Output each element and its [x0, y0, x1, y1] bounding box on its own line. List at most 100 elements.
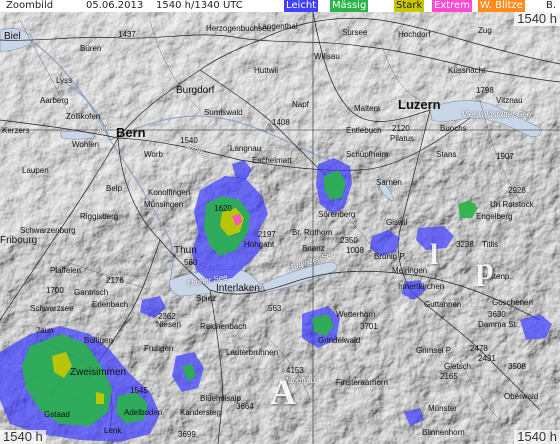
place-label: Kerzers	[2, 126, 30, 135]
timestamp-bottom-left: 1540 h	[0, 430, 46, 444]
elevation-label: 2478	[470, 344, 488, 353]
place-label: Luzern	[398, 97, 441, 112]
place-label: Sursee	[342, 28, 368, 37]
elevation-label: 1408	[272, 118, 290, 127]
place-label: Lauterbrunnen	[226, 348, 279, 357]
place-label: Meiringen	[392, 266, 428, 275]
place-label: Grimsel P.	[416, 346, 453, 355]
elevation-label: 2350	[340, 236, 358, 245]
place-label: Hohgant	[244, 240, 275, 249]
elevation-label: 1620	[214, 204, 232, 213]
place-label: Sarnen	[376, 178, 402, 187]
place-label: Engelberg	[476, 212, 513, 221]
place-label: Küssnacht	[448, 66, 486, 75]
place-label: Interlaken	[216, 283, 260, 294]
place-label: Fribourg	[0, 235, 38, 246]
place-label: Zug	[478, 26, 492, 35]
timestamp-top-right: 1540 h	[514, 12, 560, 26]
elevation-label: 3630	[488, 310, 506, 319]
place-label: Blüemlisalp	[200, 394, 241, 403]
place-label: Konolfingen	[148, 188, 191, 197]
place-label: Riggisberg	[80, 212, 119, 221]
elevation-label: 3699	[178, 430, 196, 439]
place-label: Kandersteg	[180, 408, 221, 417]
weather-radar-map: Zoombild 05.06.2013 1540 h/1340 UTC Leic…	[0, 0, 560, 444]
place-label: Hochdorf	[398, 30, 431, 39]
place-label: Entlebuch	[346, 126, 382, 135]
place-label: Blinnenhorn	[422, 428, 465, 437]
time-label: 1540 h/1340 UTC	[156, 0, 243, 11]
place-label: Biel	[4, 31, 21, 42]
place-label: Worb	[144, 150, 163, 159]
elevation-label: 3508	[508, 362, 526, 371]
place-label: Erlenbach	[92, 300, 129, 309]
legend-extrem: Extrem	[432, 0, 472, 12]
place-label: Thun	[174, 245, 197, 256]
place-label: Jaun	[36, 326, 54, 335]
place-label: Münster	[428, 404, 457, 413]
place-label: Adelboden	[124, 408, 163, 417]
elevation-label: 2928	[508, 186, 526, 195]
place-label: Oberwald	[504, 392, 539, 401]
place-label: Uri Rotstock	[490, 200, 534, 209]
place-label: Plaffeien	[50, 266, 81, 275]
place-label: Innertkirchen	[398, 282, 445, 291]
place-label: Giswil	[386, 218, 408, 227]
place-label: Br. Rothorn	[292, 228, 333, 237]
elevation-label: 560	[184, 258, 198, 267]
place-label: Pilatus	[390, 134, 415, 143]
place-label: Herzogenbuchsee	[206, 24, 271, 33]
place-label: Wohlen	[72, 140, 99, 149]
elevation-label: 3664	[236, 402, 254, 411]
header-bar: Zoombild 05.06.2013 1540 h/1340 UTC Leic…	[0, 0, 560, 12]
place-label: Eschelmatt	[252, 156, 292, 165]
product-name: Zoombild	[6, 0, 54, 11]
place-label: Huttwil	[254, 66, 279, 75]
place-label: Frutigen	[144, 344, 174, 353]
place-label: Burgdorf	[176, 85, 215, 96]
place-label: Wetterhorn	[336, 310, 376, 319]
elevation-label: 1798	[476, 86, 494, 95]
place-label: Titlis	[482, 240, 499, 249]
place-label: Wilisau	[314, 52, 340, 61]
place-label: Schwarzenburg	[20, 226, 76, 235]
place-label: Münsingen	[144, 200, 184, 209]
elevation-label: 2120	[392, 124, 410, 133]
place-label: Napf	[292, 100, 309, 109]
elevation-label: 563	[268, 304, 282, 313]
massif-letter: A	[264, 121, 275, 136]
place-label: Guttannen	[424, 300, 462, 309]
elevation-label: 1437	[118, 30, 136, 39]
timestamp-bottom-right: 1540 h	[514, 430, 560, 444]
elevation-label: 2431	[478, 354, 496, 363]
place-label: Damma St.	[478, 320, 519, 329]
place-label: Malters	[354, 104, 381, 113]
place-label: Buochs	[440, 124, 467, 133]
place-label: Langnau	[230, 144, 262, 153]
place-label: Brünig P.	[374, 252, 406, 261]
elevation-label: 1907	[496, 152, 514, 161]
place-label: Gantrisch	[74, 288, 109, 297]
elevation-label: 3238	[456, 240, 474, 249]
legend-leicht: Leicht	[284, 0, 319, 12]
place-label: Bern	[116, 125, 146, 140]
elevation-label: 2176	[106, 276, 124, 285]
place-label: Sumiswald	[204, 108, 243, 117]
place-label: Aarberg	[40, 96, 69, 105]
place-label: Laupen	[22, 166, 49, 175]
elevation-label: 1008	[346, 246, 364, 255]
place-label: Büren	[80, 44, 102, 53]
place-label: Vierwaldstätter See	[462, 110, 532, 119]
elevation-label: 2197	[258, 230, 276, 239]
place-label: Brienz	[302, 244, 325, 253]
place-label: Gstaad	[44, 410, 70, 419]
place-label: Schüpfheim	[346, 150, 389, 159]
massif-letter: l	[430, 238, 439, 271]
elevation-label: 1700	[46, 286, 64, 295]
place-label: Zollikofen	[66, 112, 101, 121]
place-label: Göschenen	[492, 298, 533, 307]
place-label: Gletsch	[444, 362, 472, 371]
place-label: Niesen	[156, 320, 181, 329]
place-label: Boltigen	[84, 336, 113, 345]
place-label: Lyss	[56, 76, 73, 85]
